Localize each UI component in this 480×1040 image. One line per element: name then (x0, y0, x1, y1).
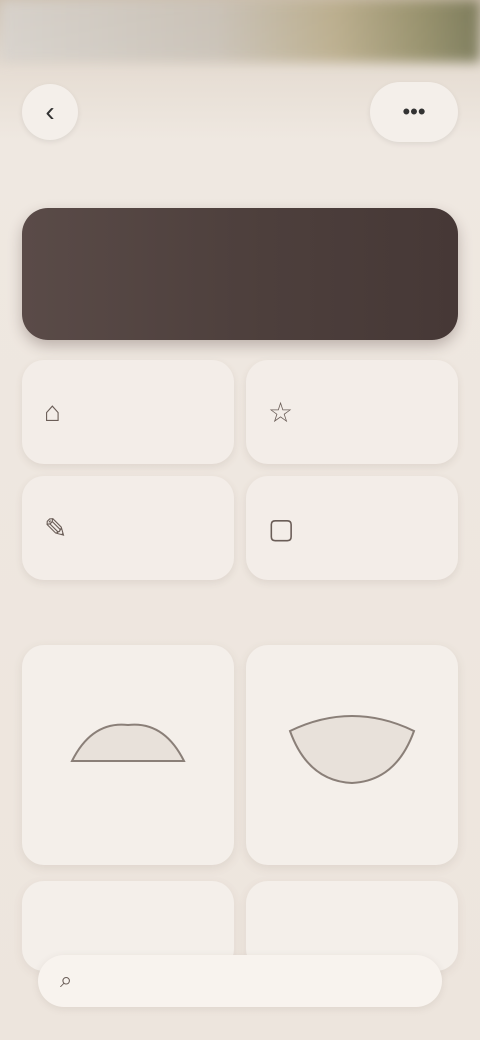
back-button[interactable]: ‹ (22, 84, 78, 140)
quick-action-card[interactable]: ✎ (22, 476, 234, 580)
gift-icon: ▢ (268, 513, 295, 544)
product-card[interactable] (246, 645, 458, 865)
search-icon: ⌕ (60, 967, 73, 992)
quick-action-card[interactable]: ⌂ (22, 360, 234, 464)
hero-banner[interactable] (22, 208, 458, 340)
chat-icon: ✎ (44, 513, 68, 544)
more-options-button[interactable]: ••• (370, 82, 458, 142)
tag-icon: ⌂ (44, 396, 61, 427)
star-icon: ☆ (268, 397, 294, 428)
status-bar (0, 0, 480, 62)
product-card[interactable] (22, 645, 234, 865)
product-image (288, 715, 416, 785)
more-horizontal-icon: ••• (402, 99, 426, 124)
bottom-bar[interactable]: ⌕ (38, 955, 442, 1007)
quick-action-card[interactable]: ▢ (246, 476, 458, 580)
header: ‹ ••• (0, 78, 480, 148)
quick-action-card[interactable]: ☆ (246, 360, 458, 464)
chevron-left-icon: ‹ (45, 96, 55, 127)
product-image (70, 723, 186, 762)
